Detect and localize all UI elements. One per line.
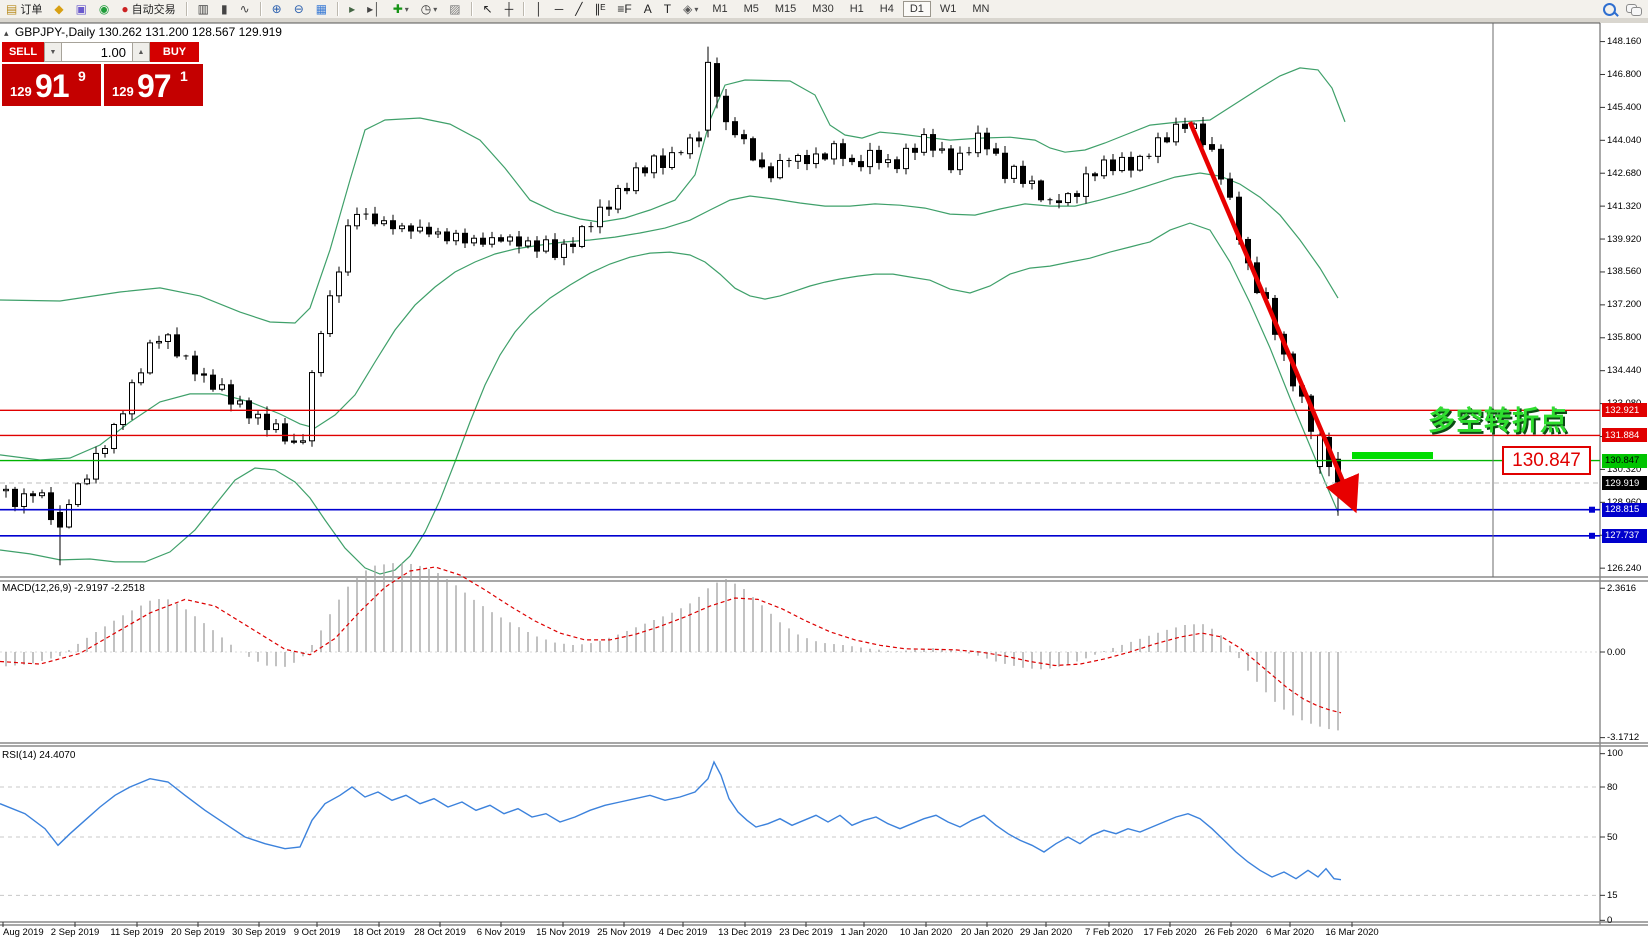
date-tick: 23 Dec 2019 (779, 927, 833, 938)
hline-handle-127.737 (1589, 533, 1595, 539)
axis-ticks (3, 42, 1605, 927)
date-tick: 7 Feb 2020 (1085, 927, 1133, 938)
chart-surface[interactable] (0, 0, 1648, 940)
bollinger-upper-band (0, 68, 1345, 323)
date-tick: 26 Feb 2020 (1204, 927, 1257, 938)
price-tick-134.440: 134.440 (1607, 365, 1647, 376)
date-tick: 20 Sep 2019 (171, 927, 225, 938)
rsi-indicator-label: RSI(14) 24.4070 (2, 750, 75, 761)
price-tick-142.680: 142.680 (1607, 168, 1647, 179)
mt4-window: ▤订单◆▣◉●自动交易▥▮∿⊕⊖▦▸▸│✚▾◷▾▨↖┼│─╱∥ᴱ≡FAT◈▾M1… (0, 0, 1648, 940)
price-tick-141.320: 141.320 (1607, 201, 1647, 212)
price-tick-135.800: 135.800 (1607, 332, 1647, 343)
date-tick: 25 Nov 2019 (597, 927, 651, 938)
price-box-131.884: 131.884 (1602, 428, 1647, 442)
price-tick-148.160: 148.160 (1607, 36, 1647, 47)
date-tick: 16 Mar 2020 (1325, 927, 1378, 938)
sell-price-prefix: 129 (10, 84, 32, 99)
rsi-line (0, 762, 1341, 880)
rsi-tick-50: 50 (1607, 832, 1647, 843)
rsi-tick-100: 100 (1607, 748, 1647, 759)
bollinger-lower-band (0, 223, 1338, 574)
date-tick: 11 Sep 2019 (110, 927, 163, 938)
hline-handle-128.815 (1589, 507, 1595, 513)
ohlc-values: 130.262 131.200 128.567 129.919 (98, 25, 282, 39)
date-tick: 6 Nov 2019 (477, 927, 526, 938)
rsi-tick-15: 15 (1607, 890, 1647, 901)
price-tick-145.400: 145.400 (1607, 102, 1647, 113)
date-tick: 9 Oct 2019 (294, 927, 340, 938)
macd-tick--3.1712: -3.1712 (1607, 732, 1647, 743)
date-tick: 30 Sep 2019 (232, 927, 286, 938)
macd-pane[interactable] (0, 563, 1600, 730)
macd-tick-2.3616: 2.3616 (1607, 583, 1647, 594)
sell-price-box[interactable]: 129 91 9 (2, 64, 101, 106)
price-box-128.815: 128.815 (1602, 503, 1647, 517)
trade-panel-prices: 129 91 9 129 97 1 (2, 64, 203, 106)
sell-button[interactable]: SELL (2, 42, 44, 62)
rsi-pane[interactable] (0, 762, 1600, 895)
symbol-period-label: GBPJPY-,Daily (15, 25, 95, 39)
symbol-icon: ▴ (4, 28, 9, 38)
rsi-tick-0: 0 (1607, 915, 1647, 926)
date-tick: 1 Jan 2020 (840, 927, 887, 938)
date-tick: 4 Dec 2019 (659, 927, 708, 938)
chart-title: ▴ GBPJPY-,Daily 130.262 131.200 128.567 … (4, 25, 282, 39)
trade-panel-controls: SELL ▼ ▲ BUY (2, 42, 203, 62)
date-tick: 2 Sep 2019 (51, 927, 100, 938)
chinese-annotation[interactable]: 多空转折点 (1428, 399, 1568, 438)
sell-price-main: 91 (35, 68, 69, 105)
date-tick: 6 Mar 2020 (1266, 927, 1314, 938)
macd-indicator-label: MACD(12,26,9) -2.9197 -2.2518 (2, 583, 145, 594)
price-tick-126.240: 126.240 (1607, 563, 1647, 574)
date-tick: 17 Feb 2020 (1143, 927, 1196, 938)
buy-button[interactable]: BUY (150, 42, 199, 62)
buy-price-pip: 1 (180, 68, 188, 84)
date-tick: 13 Dec 2019 (718, 927, 772, 938)
price-box-132.921: 132.921 (1602, 403, 1647, 417)
trend-arrow[interactable] (1190, 122, 1353, 505)
volume-up-stepper[interactable]: ▲ (132, 42, 150, 62)
sell-price-pip: 9 (78, 68, 86, 84)
date-tick: 15 Nov 2019 (536, 927, 590, 938)
price-tick-146.800: 146.800 (1607, 69, 1647, 80)
buy-price-main: 97 (137, 68, 171, 105)
price-box-130.847: 130.847 (1602, 454, 1647, 468)
price-callout-label[interactable]: 130.847 (1502, 446, 1591, 475)
date-tick: 10 Jan 2020 (900, 927, 952, 938)
price-tick-137.200: 137.200 (1607, 299, 1647, 310)
date-tick: Aug 2019 (3, 927, 44, 938)
bollinger-middle-band (0, 173, 1338, 460)
volume-input[interactable] (62, 42, 132, 62)
price-tick-139.920: 139.920 (1607, 234, 1647, 245)
rsi-tick-80: 80 (1607, 782, 1647, 793)
price-box-129.919: 129.919 (1602, 476, 1647, 490)
date-tick: 18 Oct 2019 (353, 927, 405, 938)
support-highlight-bar[interactable] (1352, 452, 1433, 459)
price-tick-144.040: 144.040 (1607, 135, 1647, 146)
price-tick-138.560: 138.560 (1607, 266, 1647, 277)
horizontal-line-objects[interactable] (0, 410, 1600, 538)
candles (4, 47, 1341, 566)
one-click-trading-panel: SELL ▼ ▲ BUY 129 91 9 129 97 1 (2, 42, 203, 106)
macd-tick-0.00: 0.00 (1607, 647, 1647, 658)
bollinger-bands (0, 68, 1345, 574)
buy-price-prefix: 129 (112, 84, 134, 99)
volume-down-stepper[interactable]: ▼ (44, 42, 62, 62)
date-tick: 29 Jan 2020 (1020, 927, 1072, 938)
buy-price-box[interactable]: 129 97 1 (104, 64, 203, 106)
price-box-127.737: 127.737 (1602, 529, 1647, 543)
date-tick: 20 Jan 2020 (961, 927, 1013, 938)
date-tick: 28 Oct 2019 (414, 927, 466, 938)
